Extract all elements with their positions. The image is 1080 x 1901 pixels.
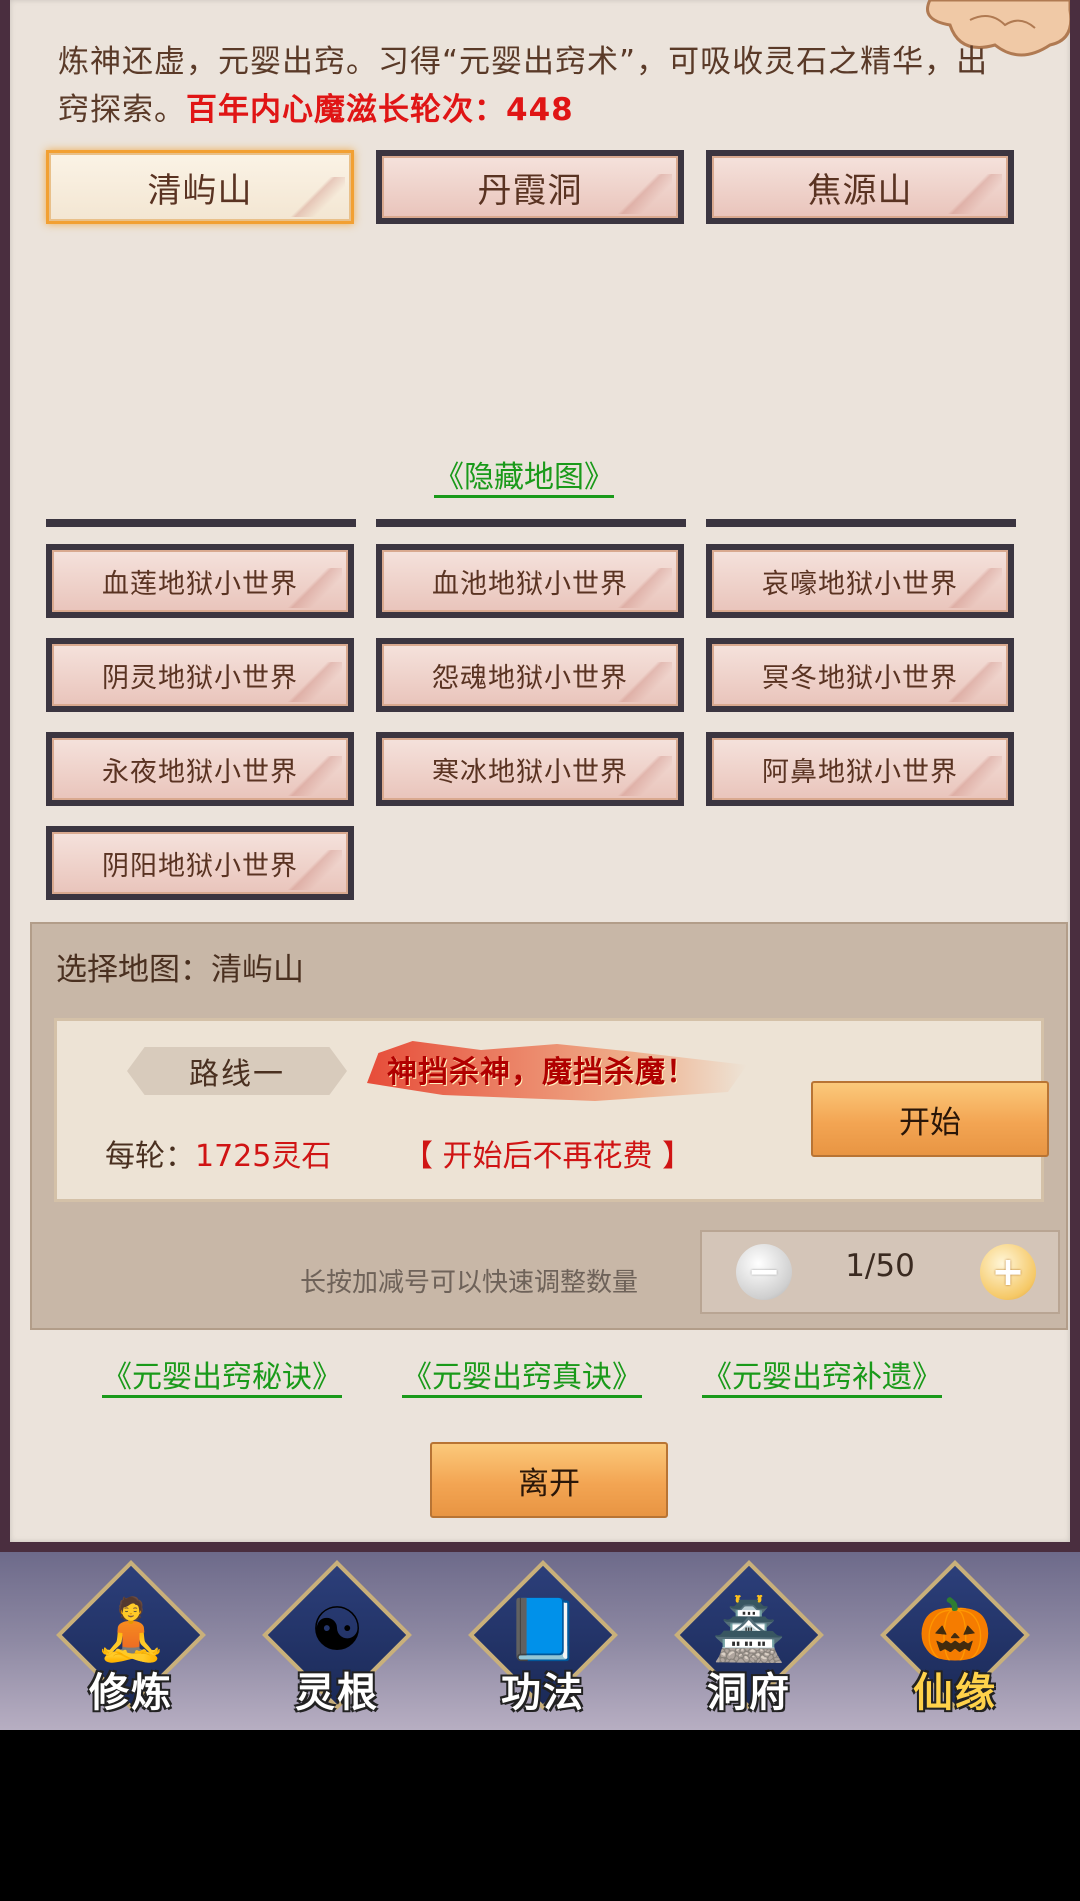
hell-map-button[interactable]: 寒冰地狱小世界 bbox=[376, 732, 684, 806]
nav-spirit-root[interactable]: ☯ 灵根 bbox=[262, 1560, 412, 1720]
bottom-nav: 🧘 修炼 ☯ 灵根 📘 功法 🏯 洞府 🎃 仙缘 bbox=[0, 1552, 1080, 1730]
stepper-hint: 长按加减号可以快速调整数量 bbox=[300, 1268, 639, 1298]
map-button-qingyushan[interactable]: 清屿山 bbox=[46, 150, 354, 224]
hell-map-button[interactable]: 冥冬地狱小世界 bbox=[706, 638, 1014, 712]
hell-map-button[interactable]: 血莲地狱小世界 bbox=[46, 544, 354, 618]
selected-map-label: 选择地图：清屿山 bbox=[56, 952, 304, 988]
nav-label: 修炼 bbox=[89, 1670, 173, 1716]
map-button-jiaoyuanshan[interactable]: 焦源山 bbox=[706, 150, 1014, 224]
map-label: 冥冬地狱小世界 bbox=[762, 662, 958, 694]
map-label: 阿鼻地狱小世界 bbox=[762, 756, 958, 788]
nav-cave[interactable]: 🏯 洞府 bbox=[674, 1560, 824, 1720]
leave-button[interactable]: 离开 bbox=[430, 1442, 668, 1518]
plus-button[interactable]: + bbox=[980, 1244, 1036, 1300]
map-button-danxiadong[interactable]: 丹霞洞 bbox=[376, 150, 684, 224]
nav-label: 功法 bbox=[501, 1670, 585, 1716]
map-label: 哀嚎地狱小世界 bbox=[762, 568, 958, 600]
nav-label: 灵根 bbox=[295, 1670, 379, 1716]
hell-map-button[interactable]: 哀嚎地狱小世界 bbox=[706, 544, 1014, 618]
hell-map-button[interactable]: 怨魂地狱小世界 bbox=[376, 638, 684, 712]
nav-technique[interactable]: 📘 功法 bbox=[468, 1560, 618, 1720]
nav-label: 洞府 bbox=[707, 1670, 791, 1716]
guide-link-supplement[interactable]: 《元婴出窍补遗》 bbox=[702, 1352, 942, 1396]
guide-link-true[interactable]: 《元婴出窍真诀》 bbox=[402, 1352, 642, 1396]
nav-label: 仙缘 bbox=[913, 1670, 997, 1716]
map-label: 丹霞洞 bbox=[477, 170, 583, 211]
panel-content: 炼神还虚，元婴出窍。习得“元婴出窍术”，可吸收灵石之精华，出窍探索。百年内心魔滋… bbox=[10, 0, 1070, 1542]
main-panel: 炼神还虚，元婴出窍。习得“元婴出窍术”，可吸收灵石之精华，出窍探索。百年内心魔滋… bbox=[0, 0, 1080, 1552]
map-label: 怨魂地狱小世界 bbox=[432, 662, 628, 694]
map-label: 清屿山 bbox=[147, 170, 253, 211]
cost-per-round: 每轮：1725灵石 bbox=[105, 1139, 332, 1174]
cost-value: 1725灵石 bbox=[195, 1139, 332, 1174]
map-label: 血莲地狱小世界 bbox=[102, 568, 298, 600]
map-label: 阴阳地狱小世界 bbox=[102, 850, 298, 882]
divider bbox=[46, 519, 356, 527]
hell-map-button[interactable]: 永夜地狱小世界 bbox=[46, 732, 354, 806]
hell-map-button[interactable]: 阴灵地狱小世界 bbox=[46, 638, 354, 712]
selection-panel: 选择地图：清屿山 路线一 神挡杀神，魔挡杀魔！ 每轮：1725灵石 【 开始后不… bbox=[30, 922, 1068, 1330]
divider bbox=[706, 519, 1016, 527]
route-card: 路线一 神挡杀神，魔挡杀魔！ 每轮：1725灵石 【 开始后不再花费 】 开始 bbox=[54, 1018, 1049, 1202]
quantity-stepper: − 1/50 + bbox=[700, 1230, 1060, 1314]
description-text: 炼神还虚，元婴出窍。习得“元婴出窍术”，可吸收灵石之精华，出窍探索。百年内心魔滋… bbox=[58, 44, 989, 128]
map-label: 阴灵地狱小世界 bbox=[102, 662, 298, 694]
guide-link-secret[interactable]: 《元婴出窍秘诀》 bbox=[102, 1352, 342, 1396]
hell-map-button[interactable]: 阴阳地狱小世界 bbox=[46, 826, 354, 900]
map-label: 寒冰地狱小世界 bbox=[432, 756, 628, 788]
map-label: 血池地狱小世界 bbox=[432, 568, 628, 600]
banner-text: 神挡杀神，魔挡杀魔！ bbox=[387, 1055, 697, 1090]
route-name: 路线一 bbox=[127, 1047, 347, 1095]
hell-map-button[interactable]: 血池地狱小世界 bbox=[376, 544, 684, 618]
map-label: 焦源山 bbox=[807, 170, 913, 211]
cost-note: 【 开始后不再花费 】 bbox=[403, 1139, 693, 1174]
hidden-map-link[interactable]: 《隐藏地图》 bbox=[434, 452, 614, 496]
start-button[interactable]: 开始 bbox=[811, 1081, 1049, 1157]
heart-demon-rounds: 百年内心魔滋长轮次：448 bbox=[186, 92, 574, 128]
nav-fortune[interactable]: 🎃 仙缘 bbox=[880, 1560, 1030, 1720]
map-label: 永夜地狱小世界 bbox=[102, 756, 298, 788]
divider bbox=[376, 519, 686, 527]
nav-cultivate[interactable]: 🧘 修炼 bbox=[56, 1560, 206, 1720]
hell-map-button[interactable]: 阿鼻地狱小世界 bbox=[706, 732, 1014, 806]
